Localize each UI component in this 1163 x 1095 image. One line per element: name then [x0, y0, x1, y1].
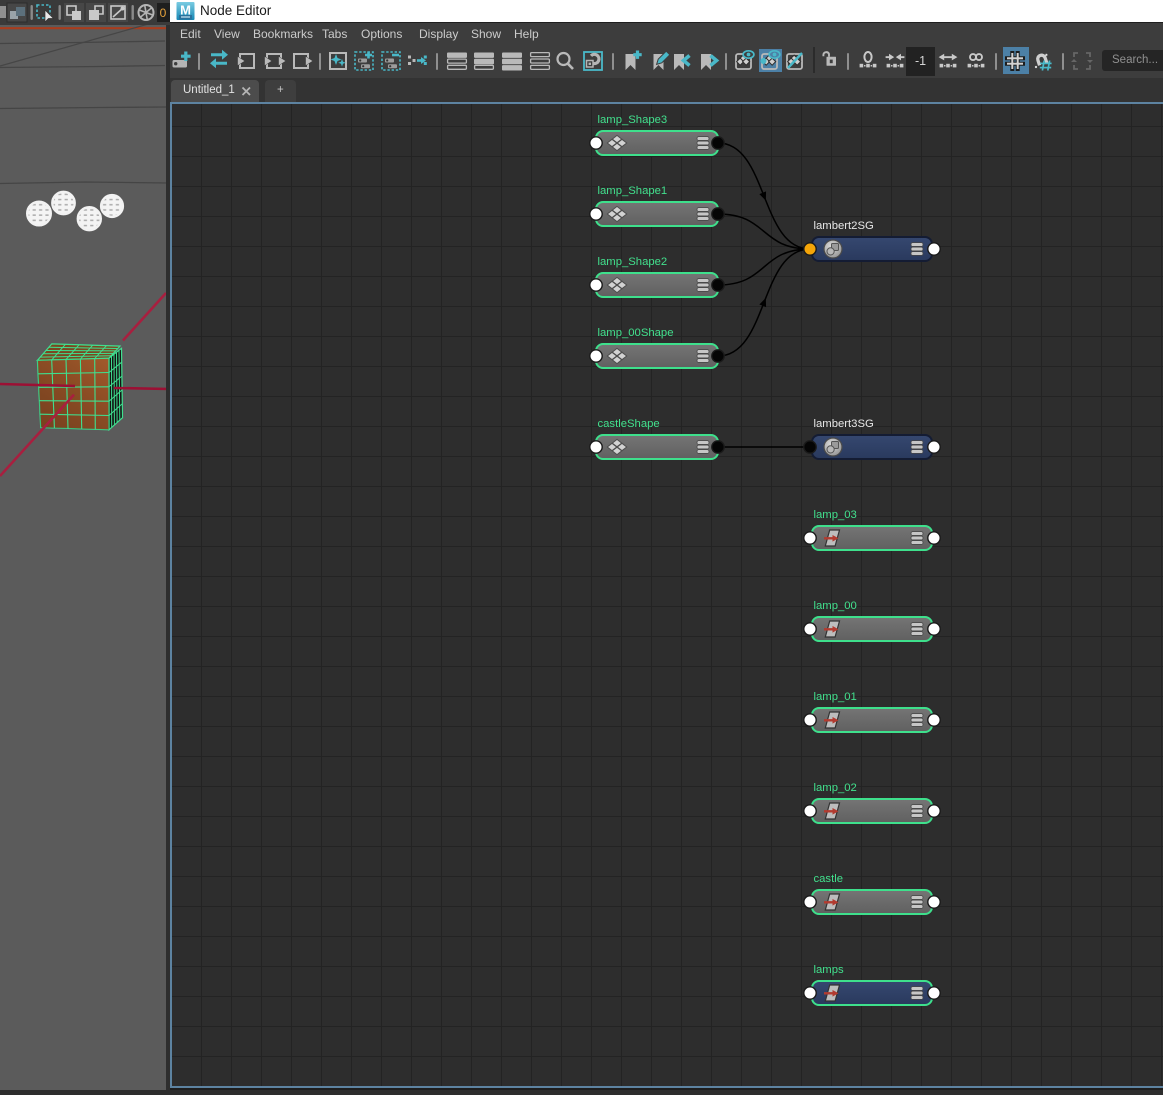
- svg-text:0: 0: [160, 6, 167, 20]
